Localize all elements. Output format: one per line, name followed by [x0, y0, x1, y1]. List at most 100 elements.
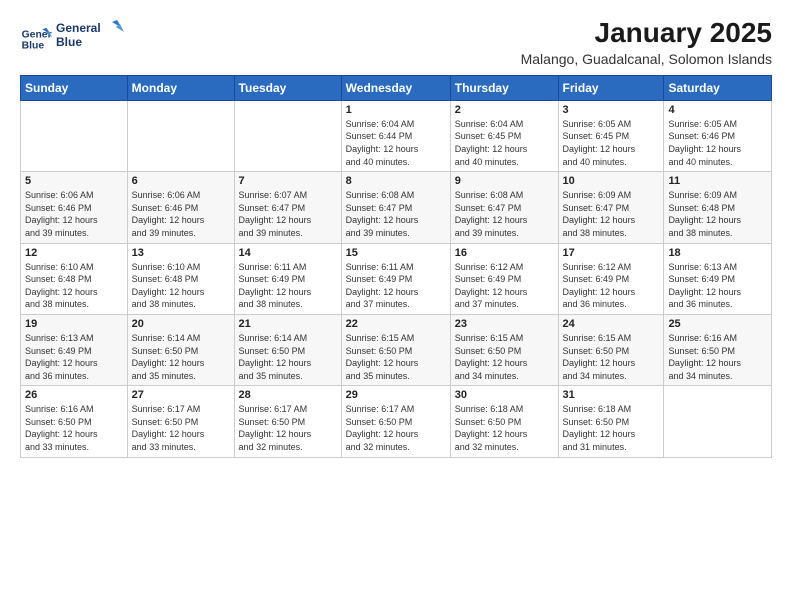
header-thursday: Thursday: [450, 75, 558, 100]
day-info: Sunrise: 6:11 AM Sunset: 6:49 PM Dayligh…: [239, 261, 337, 311]
day-number: 29: [346, 389, 446, 401]
day-info: Sunrise: 6:12 AM Sunset: 6:49 PM Dayligh…: [455, 261, 554, 311]
day-info: Sunrise: 6:06 AM Sunset: 6:46 PM Dayligh…: [132, 189, 230, 239]
header-monday: Monday: [127, 75, 234, 100]
logo-text: General Blue: [56, 18, 126, 59]
table-row: 28Sunrise: 6:17 AM Sunset: 6:50 PM Dayli…: [234, 386, 341, 457]
day-info: Sunrise: 6:08 AM Sunset: 6:47 PM Dayligh…: [455, 189, 554, 239]
day-number: 16: [455, 247, 554, 259]
svg-text:Blue: Blue: [22, 40, 45, 51]
day-number: 4: [668, 104, 767, 116]
day-info: Sunrise: 6:07 AM Sunset: 6:47 PM Dayligh…: [239, 189, 337, 239]
day-number: 11: [668, 175, 767, 187]
table-row: 16 Sunrise: 6:12 AM Sunset: 6:49 PM Dayli…: [450, 243, 558, 314]
day-info: Sunrise: 6:14 AM Sunset: 6:50 PM Dayligh…: [239, 332, 337, 382]
day-number: 2: [455, 104, 554, 116]
calendar-week-5: 26 Sunrise: 6:16 AM Sunset: 6:50 PM Dayli…: [21, 386, 772, 457]
day-info: Sunrise: 6:10 AM Sunset: 6:48 PM Dayligh…: [25, 261, 123, 311]
header-sunday: Sunday: [21, 75, 128, 100]
table-row: 24Sunrise: 6:15 AM Sunset: 6:50 PM Dayli…: [558, 314, 664, 385]
day-info: Sunrise: 6:18 AM Sunset: 6:50 PM Dayligh…: [563, 403, 660, 453]
page: General Blue General Blue January 2025 M…: [0, 0, 792, 612]
day-number: 31: [563, 389, 660, 401]
table-row: 27Sunrise: 6:17 AM Sunset: 6:50 PM Dayli…: [127, 386, 234, 457]
day-number: 13: [132, 247, 230, 259]
table-row: 1 Sunrise: 6:04 AM Sunset: 6:44 PM Daylig…: [341, 100, 450, 171]
table-row: 21 Sunrise: 6:14 AM Sunset: 6:50 PM Dayli…: [234, 314, 341, 385]
table-row: 19 Sunrise: 6:13 AM Sunset: 6:49 PM Dayli…: [21, 314, 128, 385]
day-info: Sunrise: 6:17 AM Sunset: 6:50 PM Dayligh…: [239, 403, 337, 453]
day-info: Sunrise: 6:08 AM Sunset: 6:47 PM Dayligh…: [346, 189, 446, 239]
header: General Blue General Blue January 2025 M…: [20, 18, 772, 67]
table-row: 4 Sunrise: 6:05 AM Sunset: 6:46 PM Daylig…: [664, 100, 772, 171]
day-info: Sunrise: 6:12 AM Sunset: 6:49 PM Dayligh…: [563, 261, 660, 311]
day-number: 26: [25, 389, 123, 401]
svg-text:General: General: [56, 21, 101, 35]
calendar-header-row: Sunday Monday Tuesday Wednesday Thursday…: [21, 75, 772, 100]
table-row: 12 Sunrise: 6:10 AM Sunset: 6:48 PM Dayli…: [21, 243, 128, 314]
day-info: Sunrise: 6:11 AM Sunset: 6:49 PM Dayligh…: [346, 261, 446, 311]
day-info: Sunrise: 6:18 AM Sunset: 6:50 PM Dayligh…: [455, 403, 554, 453]
table-row: 11Sunrise: 6:09 AM Sunset: 6:48 PM Dayli…: [664, 172, 772, 243]
table-row: 15 Sunrise: 6:11 AM Sunset: 6:49 PM Dayli…: [341, 243, 450, 314]
main-title: January 2025: [521, 18, 772, 49]
table-row: [21, 100, 128, 171]
header-tuesday: Tuesday: [234, 75, 341, 100]
header-saturday: Saturday: [664, 75, 772, 100]
logo: General Blue General Blue: [20, 18, 126, 59]
table-row: 6Sunrise: 6:06 AM Sunset: 6:46 PM Daylig…: [127, 172, 234, 243]
day-number: 22: [346, 318, 446, 330]
day-number: 14: [239, 247, 337, 259]
day-number: 30: [455, 389, 554, 401]
day-number: 5: [25, 175, 123, 187]
day-info: Sunrise: 6:14 AM Sunset: 6:50 PM Dayligh…: [132, 332, 230, 382]
header-friday: Friday: [558, 75, 664, 100]
table-row: 23Sunrise: 6:15 AM Sunset: 6:50 PM Dayli…: [450, 314, 558, 385]
day-info: Sunrise: 6:06 AM Sunset: 6:46 PM Dayligh…: [25, 189, 123, 239]
day-number: 17: [563, 247, 660, 259]
title-area: January 2025 Malango, Guadalcanal, Solom…: [521, 18, 772, 67]
table-row: 29 Sunrise: 6:17 AM Sunset: 6:50 PM Dayli…: [341, 386, 450, 457]
table-row: 14 Sunrise: 6:11 AM Sunset: 6:49 PM Dayli…: [234, 243, 341, 314]
day-number: 18: [668, 247, 767, 259]
table-row: 13 Sunrise: 6:10 AM Sunset: 6:48 PM Dayli…: [127, 243, 234, 314]
day-number: 23: [455, 318, 554, 330]
day-info: Sunrise: 6:04 AM Sunset: 6:44 PM Dayligh…: [346, 118, 446, 168]
day-number: 25: [668, 318, 767, 330]
day-number: 3: [563, 104, 660, 116]
day-info: Sunrise: 6:16 AM Sunset: 6:50 PM Dayligh…: [668, 332, 767, 382]
day-info: Sunrise: 6:13 AM Sunset: 6:49 PM Dayligh…: [668, 261, 767, 311]
subtitle: Malango, Guadalcanal, Solomon Islands: [521, 51, 772, 67]
day-info: Sunrise: 6:13 AM Sunset: 6:49 PM Dayligh…: [25, 332, 123, 382]
table-row: [234, 100, 341, 171]
day-info: Sunrise: 6:17 AM Sunset: 6:50 PM Dayligh…: [132, 403, 230, 453]
day-number: 12: [25, 247, 123, 259]
table-row: [127, 100, 234, 171]
day-info: Sunrise: 6:16 AM Sunset: 6:50 PM Dayligh…: [25, 403, 123, 453]
day-number: 15: [346, 247, 446, 259]
day-number: 1: [346, 104, 446, 116]
day-info: Sunrise: 6:10 AM Sunset: 6:48 PM Dayligh…: [132, 261, 230, 311]
day-info: Sunrise: 6:04 AM Sunset: 6:45 PM Dayligh…: [455, 118, 554, 168]
calendar-week-3: 12 Sunrise: 6:10 AM Sunset: 6:48 PM Dayli…: [21, 243, 772, 314]
calendar-week-1: 1 Sunrise: 6:04 AM Sunset: 6:44 PM Daylig…: [21, 100, 772, 171]
day-number: 24: [563, 318, 660, 330]
header-wednesday: Wednesday: [341, 75, 450, 100]
table-row: 25 Sunrise: 6:16 AM Sunset: 6:50 PM Dayli…: [664, 314, 772, 385]
day-number: 21: [239, 318, 337, 330]
table-row: 9Sunrise: 6:08 AM Sunset: 6:47 PM Daylig…: [450, 172, 558, 243]
table-row: 26 Sunrise: 6:16 AM Sunset: 6:50 PM Dayli…: [21, 386, 128, 457]
table-row: [664, 386, 772, 457]
day-info: Sunrise: 6:05 AM Sunset: 6:46 PM Dayligh…: [668, 118, 767, 168]
table-row: 31 Sunrise: 6:18 AM Sunset: 6:50 PM Dayli…: [558, 386, 664, 457]
day-number: 19: [25, 318, 123, 330]
table-row: 10Sunrise: 6:09 AM Sunset: 6:47 PM Dayli…: [558, 172, 664, 243]
day-number: 7: [239, 175, 337, 187]
day-info: Sunrise: 6:15 AM Sunset: 6:50 PM Dayligh…: [346, 332, 446, 382]
table-row: 30 Sunrise: 6:18 AM Sunset: 6:50 PM Dayli…: [450, 386, 558, 457]
calendar-week-4: 19 Sunrise: 6:13 AM Sunset: 6:49 PM Dayli…: [21, 314, 772, 385]
table-row: 17 Sunrise: 6:12 AM Sunset: 6:49 PM Dayli…: [558, 243, 664, 314]
table-row: 5 Sunrise: 6:06 AM Sunset: 6:46 PM Daylig…: [21, 172, 128, 243]
day-info: Sunrise: 6:17 AM Sunset: 6:50 PM Dayligh…: [346, 403, 446, 453]
table-row: 7 Sunrise: 6:07 AM Sunset: 6:47 PM Daylig…: [234, 172, 341, 243]
